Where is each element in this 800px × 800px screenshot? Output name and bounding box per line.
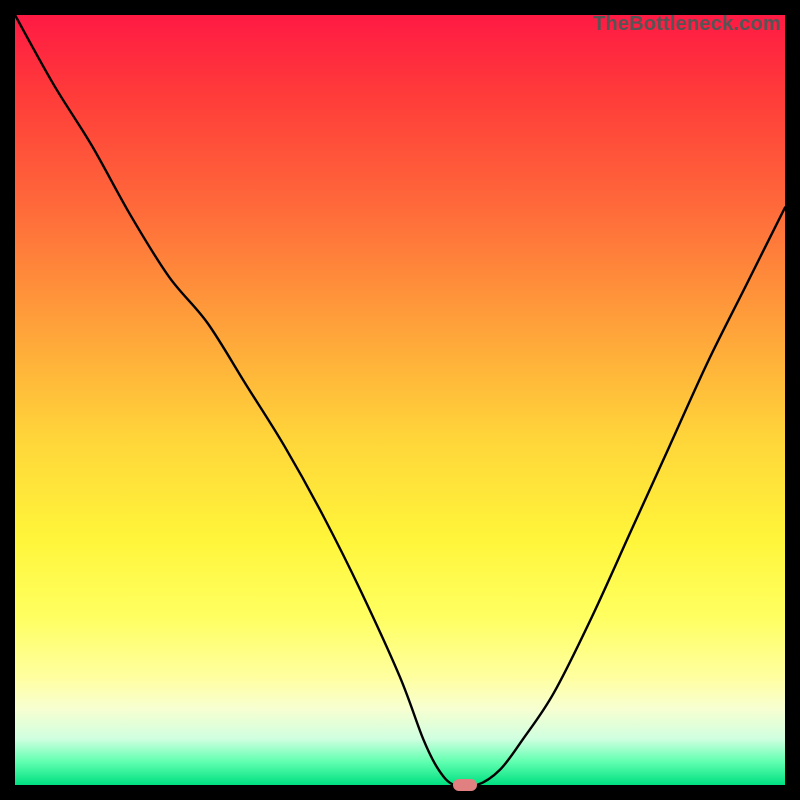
minimum-marker: [453, 779, 477, 791]
chart-frame: TheBottleneck.com: [0, 0, 800, 800]
bottleneck-curve: [15, 15, 785, 785]
plot-area: TheBottleneck.com: [15, 15, 785, 785]
